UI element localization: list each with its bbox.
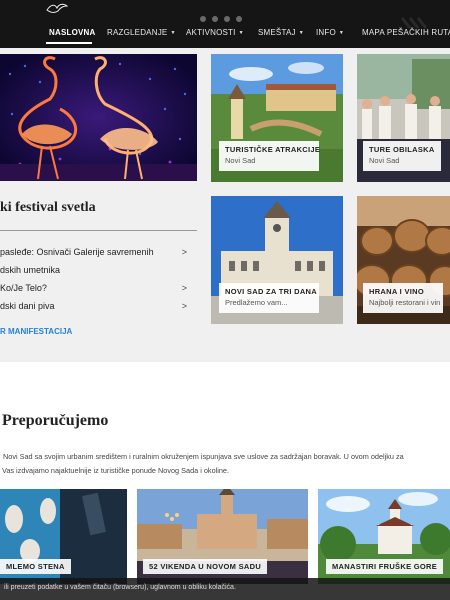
chevron-right-icon: > (181, 247, 187, 257)
event-list: pasleđe: Osnivači Galerije savremenih > … (0, 243, 197, 315)
event-item-continuation[interactable]: dskih umetnika (0, 261, 197, 279)
tile-caption: TURISTIČKE ATRAKCIJE Novi Sad (219, 141, 321, 171)
nav-label: MAPA PEŠAČKIH RUTA (362, 28, 450, 37)
tile-subtitle: Najbolji restorani i vin (369, 298, 441, 307)
event-label: dski dani piva (0, 301, 55, 311)
tile-subtitle: Novi Sad (225, 156, 256, 165)
festival-hero-image[interactable] (0, 54, 197, 181)
festival-title[interactable]: ki festival svetla (0, 200, 96, 216)
card-title: MANASTIRI FRUŠKE GORE (326, 559, 444, 574)
card-52-vikenda[interactable]: 52 VIKENDA U NOVOM SADU (137, 489, 308, 584)
bird-logo-icon[interactable] (46, 2, 68, 14)
card-title: 52 VIKENDA U NOVOM SADU (143, 559, 268, 574)
tile-hrana-i-vino[interactable]: HRANA I VINO Najbolji restorani i vin (357, 196, 450, 324)
tile-turisticke-atrakcije[interactable]: TURISTIČKE ATRAKCIJE Novi Sad (211, 54, 343, 182)
event-item[interactable]: dski dani piva > (0, 297, 197, 315)
event-item[interactable]: Ko/Je Telo? > (0, 279, 197, 297)
event-label: dskih umetnika (0, 265, 61, 275)
nav-item-aktivnosti[interactable]: AKTIVNOSTI ▼ (186, 28, 244, 37)
nav-label: RAZGLEDANJE (107, 28, 168, 37)
nav-label: NASLOVNA (49, 28, 96, 37)
event-label: Ko/Je Telo? (0, 283, 47, 293)
chevron-down-icon: ▼ (298, 30, 304, 36)
tile-subtitle: Novi Sad (369, 156, 400, 165)
tile-title: TURISTIČKE ATRAKCIJE (225, 145, 321, 154)
event-label: pasleđe: Osnivači Galerije savremenih (0, 247, 154, 257)
intro-line: Vas izdvajamo najaktuelnije iz turističk… (2, 466, 230, 475)
all-events-link[interactable]: R MANIFESTACIJA (0, 327, 72, 336)
tile-title: NOVI SAD ZA TRI DANA (225, 287, 317, 296)
tile-subtitle: Predlažemo vam... (225, 298, 288, 307)
card-museum[interactable]: MLEMO STENA (0, 489, 127, 584)
chevron-right-icon: > (181, 301, 187, 311)
tile-novi-sad-za-tri-dana[interactable]: NOVI SAD ZA TRI DANA Predlažemo vam... (211, 196, 343, 324)
card-manastiri[interactable]: MANASTIRI FRUŠKE GORE (318, 489, 450, 584)
flamingo-lights-illustration (0, 54, 197, 181)
section-title: Preporučujemo (2, 412, 109, 429)
tile-caption: HRANA I VINO Najbolji restorani i vin (363, 283, 443, 313)
chevron-down-icon: ▼ (238, 30, 244, 36)
chevron-down-icon: ▼ (338, 30, 345, 36)
cookie-text: ili preuzeti podatke u vašem čitaču (bro… (4, 584, 236, 591)
nav-item-info[interactable]: INFO ▼ (316, 28, 344, 37)
tile-caption: NOVI SAD ZA TRI DANA Predlažemo vam... (219, 283, 319, 313)
active-nav-underline (46, 42, 92, 44)
chevron-right-icon: > (181, 283, 187, 293)
chevron-down-icon: ▼ (170, 30, 176, 36)
tile-title: TURE OBILASKA (369, 145, 435, 154)
main-nav: NASLOVNA RAZGLEDANJE ▼ AKTIVNOSTI ▼ SMEŠTA… (0, 22, 450, 48)
nav-item-naslovna[interactable]: NASLOVNA (49, 28, 96, 37)
site-header: NASLOVNA RAZGLEDANJE ▼ AKTIVNOSTI ▼ SMEŠTA… (0, 0, 450, 48)
tile-title: HRANA I VINO (369, 287, 424, 296)
nav-label: INFO (316, 28, 336, 37)
tile-ture-obilaska[interactable]: TURE OBILASKA Novi Sad (357, 54, 450, 182)
tile-caption: TURE OBILASKA Novi Sad (363, 141, 441, 171)
nav-label: AKTIVNOSTI (186, 28, 236, 37)
intro-line: Novi Sad sa svojim urbanim središtem i r… (3, 452, 404, 461)
nav-item-mapa-pesackih-ruta[interactable]: MAPA PEŠAČKIH RUTA (362, 28, 450, 37)
event-item[interactable]: pasleđe: Osnivači Galerije savremenih > (0, 243, 197, 261)
nav-item-razgledanje[interactable]: RAZGLEDANJE ▼ (107, 28, 176, 37)
nav-item-smestaj[interactable]: SMEŠTAJ ▼ (258, 28, 304, 37)
divider (0, 230, 197, 231)
card-title: MLEMO STENA (0, 559, 71, 574)
cookie-notice: ili preuzeti podatke u vašem čitaču (bro… (0, 578, 450, 600)
nav-label: SMEŠTAJ (258, 28, 296, 37)
section-intro: Novi Sad sa svojim urbanim središtem i r… (2, 450, 442, 478)
